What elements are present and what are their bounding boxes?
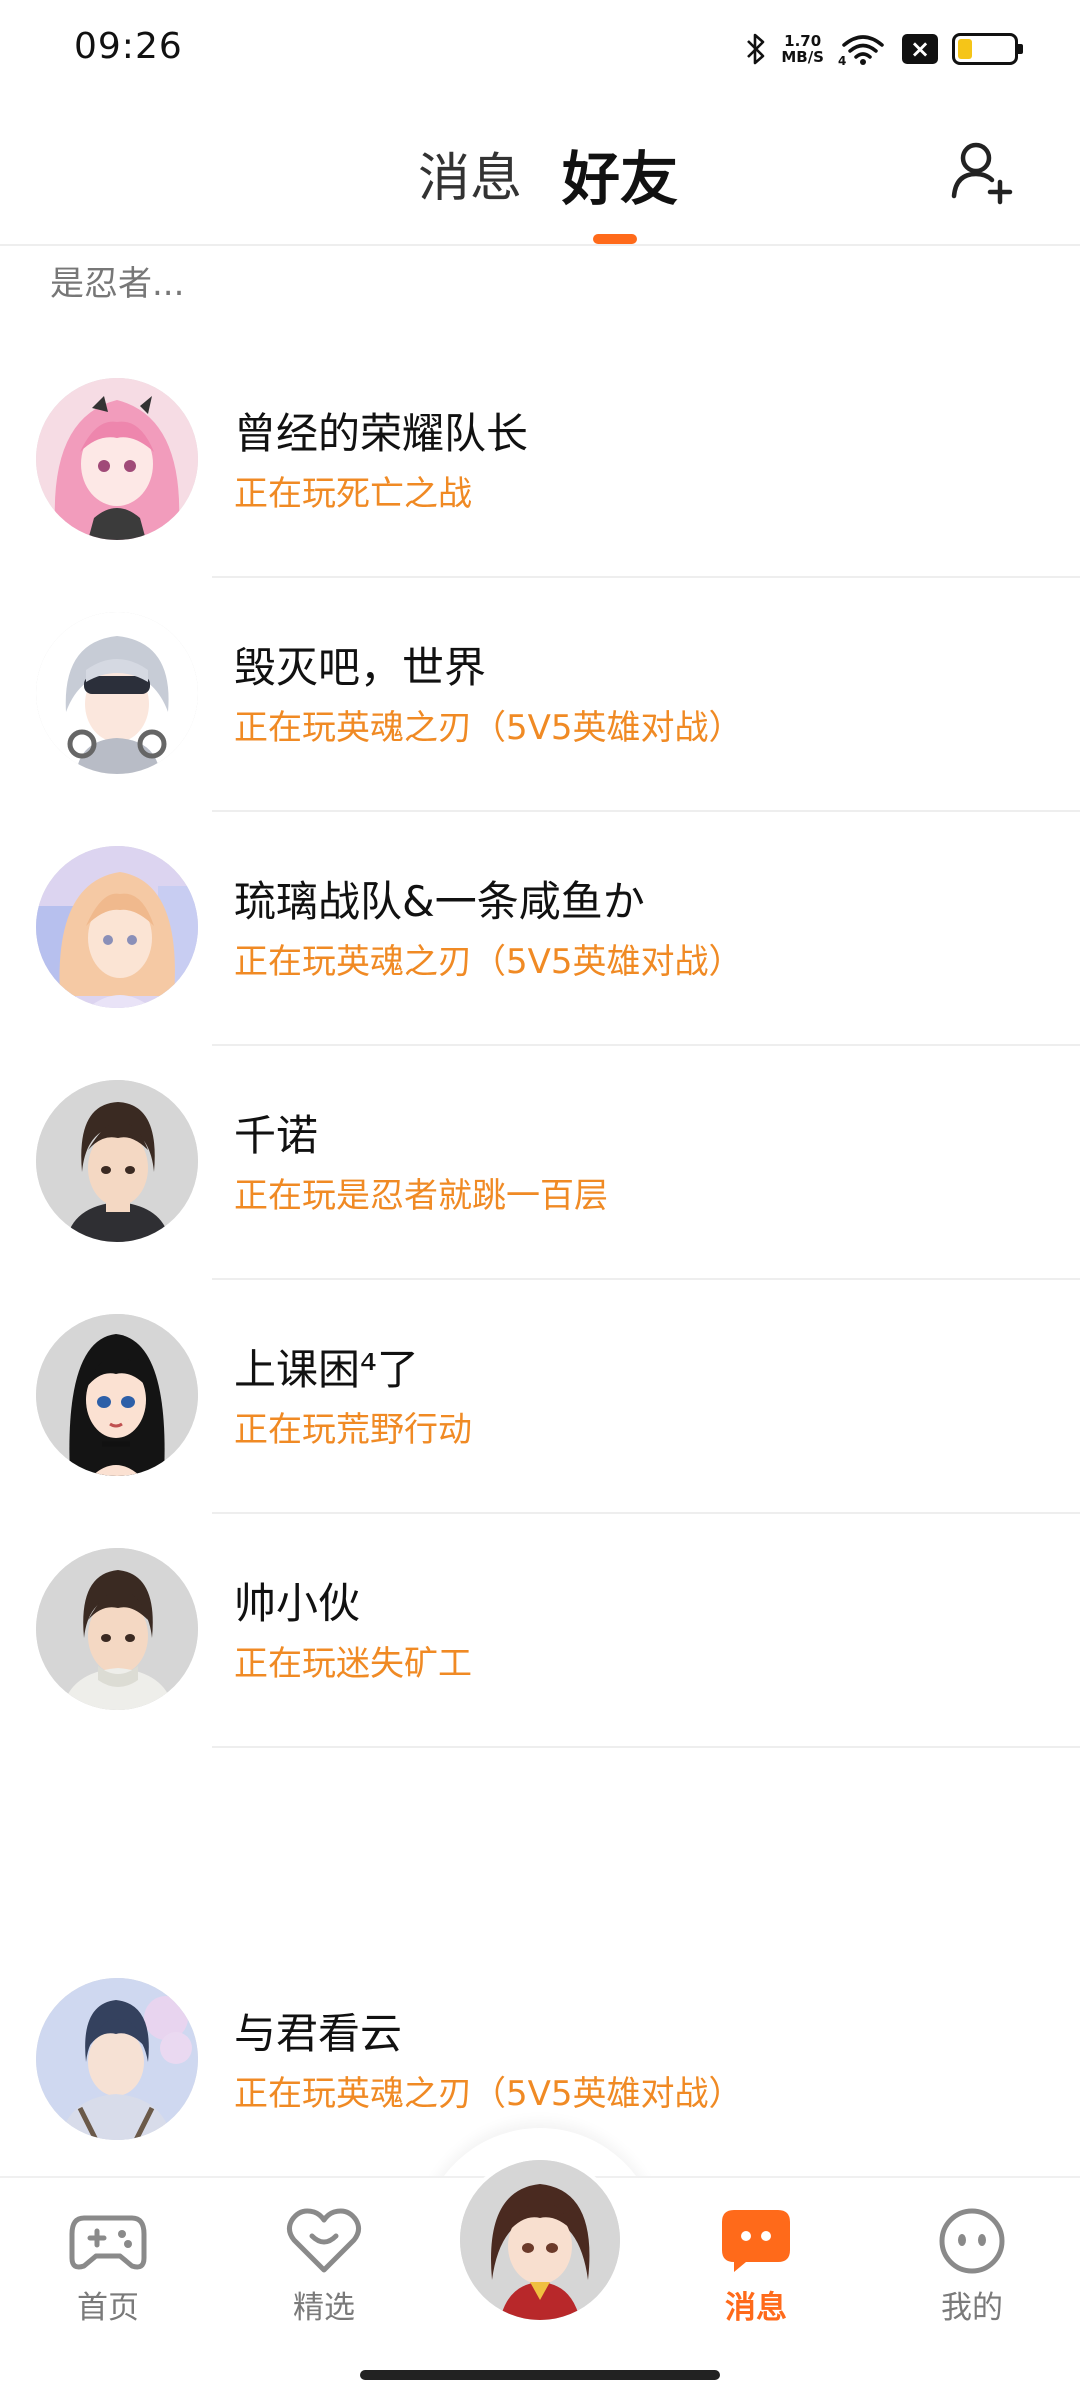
friend-status: 正在玩是忍者就跳一百层	[234, 1176, 608, 1216]
friend-status: 正在玩死亡之战	[234, 474, 472, 514]
tab-messages[interactable]: 消息	[418, 136, 522, 211]
network-speed-value: 1.70	[784, 32, 822, 50]
sky-boy-avatar[interactable]	[36, 1978, 198, 2140]
friend-row[interactable]: 琉璃战队&一条咸鱼か 正在玩英魂之刃（5V5英雄对战）	[0, 846, 1080, 1080]
white-hair-boy-avatar[interactable]	[36, 612, 198, 774]
active-tab-indicator	[593, 234, 637, 244]
nav-messages[interactable]: 消息	[686, 2206, 826, 2327]
divider	[212, 1044, 1080, 1046]
nav-label: 我的	[941, 2290, 1003, 2326]
nav-me[interactable]: 我的	[902, 2206, 1042, 2327]
friend-name: 上课困⁴了	[234, 1345, 419, 1394]
nav-home[interactable]: 首页	[38, 2206, 178, 2327]
add-friend-icon	[951, 142, 1013, 205]
no-sim-icon: ×	[902, 34, 938, 64]
friend-status: 正在玩荒野行动	[234, 1410, 472, 1450]
friend-name: 琉璃战队&一条咸鱼か	[234, 877, 645, 926]
divider	[212, 1278, 1080, 1280]
wifi-icon: 4	[838, 31, 888, 67]
bluetooth-icon	[745, 32, 767, 66]
nav-label: 首页	[77, 2290, 139, 2326]
friend-status: 正在玩迷失矿工	[234, 1644, 472, 1684]
divider	[212, 576, 1080, 578]
signal-label: 4	[838, 54, 846, 67]
divider	[212, 1512, 1080, 1514]
friend-name: 帅小伙	[234, 1579, 361, 1628]
friend-name: 千诺	[234, 1111, 319, 1160]
nav-featured[interactable]: 精选	[254, 2206, 394, 2327]
friend-status: 正在玩英魂之刃（5V5英雄对战）	[234, 942, 743, 982]
status-icons: 1.70 MB/S 4 ×	[745, 24, 1023, 74]
home-indicator[interactable]	[360, 2370, 720, 2380]
center-game-avatar-button[interactable]	[456, 2156, 624, 2324]
divider	[212, 1746, 1080, 1748]
battery-level	[958, 39, 972, 59]
tab-friends[interactable]: 好友	[562, 132, 678, 216]
network-speed: 1.70 MB/S	[781, 33, 824, 65]
nav-label: 消息	[725, 2290, 787, 2326]
nav-label: 精选	[293, 2290, 355, 2326]
dark-hair-boy-avatar[interactable]	[36, 1080, 198, 1242]
heart-icon	[284, 2206, 364, 2276]
clock: 09:26	[74, 26, 183, 67]
section-label: 是忍者...	[50, 264, 185, 304]
friend-status: 正在玩英魂之刃（5V5英雄对战）	[234, 708, 743, 748]
blonde-girl-avatar[interactable]	[36, 846, 198, 1008]
friend-status: 正在玩英魂之刃（5V5英雄对战）	[234, 2074, 743, 2114]
friend-name: 与君看云	[234, 2009, 403, 2058]
friend-name: 曾经的荣耀队长	[234, 409, 529, 458]
pink-hair-girl-avatar[interactable]	[36, 378, 198, 540]
friend-row[interactable]: 上课困⁴了 正在玩荒野行动	[0, 1314, 1080, 1548]
black-hair-girl-avatar[interactable]	[36, 1314, 198, 1476]
friend-row[interactable]: 千诺 正在玩是忍者就跳一百层	[0, 1080, 1080, 1314]
friend-row[interactable]: 毁灭吧，世界 正在玩英魂之刃（5V5英雄对战）	[0, 612, 1080, 846]
sweater-boy-avatar[interactable]	[36, 1548, 198, 1710]
add-friend-button[interactable]	[948, 136, 1018, 206]
friend-name: 毁灭吧，世界	[234, 643, 487, 692]
battery-icon	[952, 33, 1023, 65]
friend-row[interactable]: 帅小伙 正在玩迷失矿工	[0, 1548, 1080, 1782]
top-header: 消息 好友	[0, 96, 1080, 246]
friend-row[interactable]: 曾经的荣耀队长 正在玩死亡之战	[0, 378, 1080, 612]
network-speed-unit: MB/S	[781, 48, 824, 66]
gamepad-icon	[68, 2206, 148, 2276]
game-character-icon	[460, 2160, 620, 2320]
message-bubble-icon	[716, 2206, 796, 2276]
divider	[212, 810, 1080, 812]
face-icon	[932, 2206, 1012, 2276]
status-bar: 09:26 1.70 MB/S 4 ×	[0, 0, 1080, 96]
